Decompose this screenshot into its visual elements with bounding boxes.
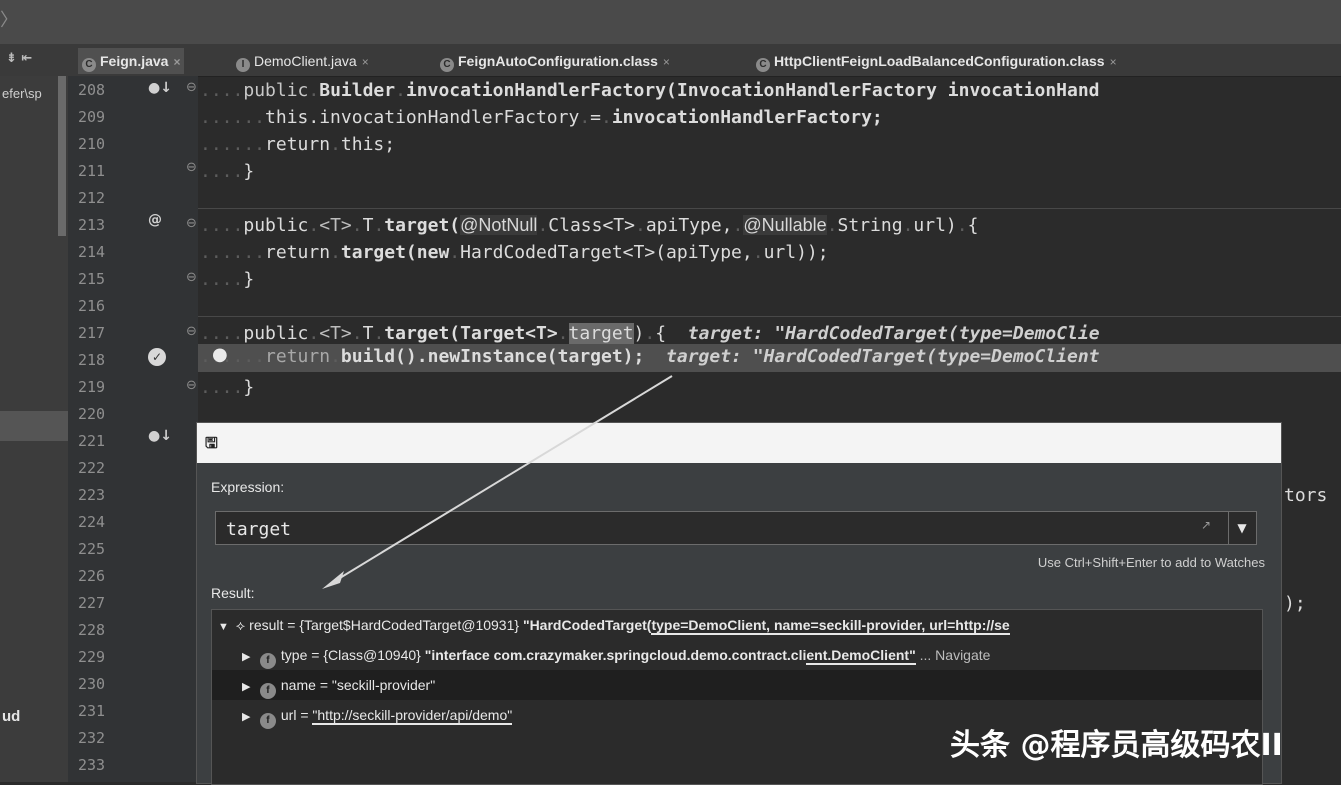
watermark-text: 头条 @程序员高级码农II [950, 728, 1283, 763]
annotation-arrow [322, 375, 673, 589]
